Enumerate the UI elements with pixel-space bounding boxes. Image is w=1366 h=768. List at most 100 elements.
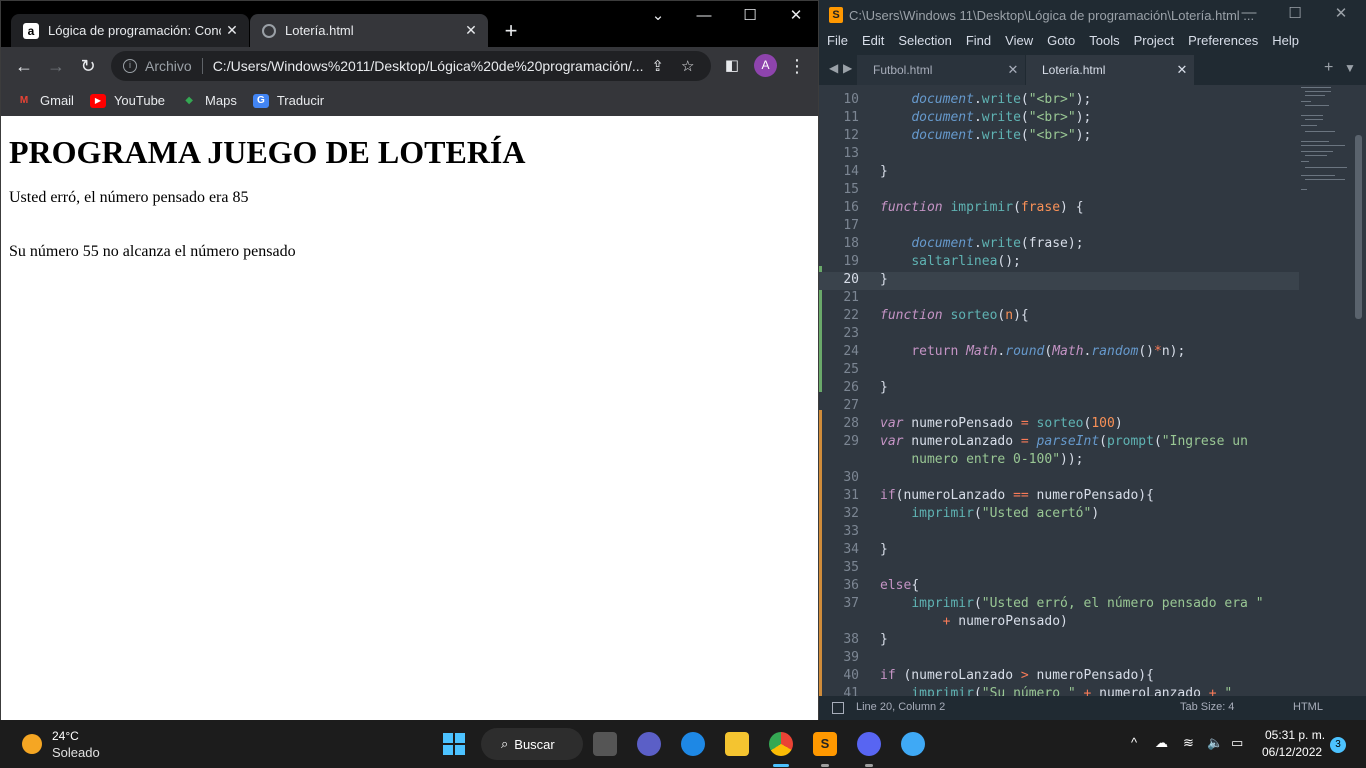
tab-search-icon[interactable]: ⌄ [635,1,681,33]
menu-file[interactable]: File [827,31,848,52]
code-line[interactable]: + numeroPensado) [819,614,1299,632]
close-tab-icon[interactable]: ✕ [1170,62,1194,78]
code-line[interactable]: 36 else{ [819,578,1299,596]
code-line[interactable]: 21 [819,290,1299,308]
close-tab-icon[interactable]: ✕ [221,22,243,39]
new-file-icon[interactable]: + [1324,59,1333,77]
code-line[interactable]: numero entre 0-100")); [819,452,1299,470]
bookmark-traducir[interactable]: G Traducir [252,93,324,108]
file-explorer-icon[interactable] [725,732,749,756]
code-line[interactable]: 22 function sorteo(n){ [819,308,1299,326]
reload-icon[interactable]: ↻ [75,53,101,79]
clock-time[interactable]: 05:31 p. m. [1265,728,1325,742]
bookmark-maps[interactable]: ◆ Maps [181,93,237,108]
discord-icon[interactable] [857,732,881,756]
code-line[interactable]: 23 [819,326,1299,344]
code-line[interactable]: 34} [819,542,1299,560]
code-line[interactable]: 25 [819,362,1299,380]
menu-kebab-icon[interactable]: ⋮ [784,53,810,79]
address-bar[interactable]: i Archivo C:/Users/Windows%2011/Desktop/… [111,51,711,81]
menu-view[interactable]: View [1005,31,1033,52]
code-line[interactable]: 26} [819,380,1299,398]
close-window-button[interactable]: ✕ [773,1,819,33]
code-line[interactable]: 16 function imprimir(frase) { [819,200,1299,218]
code-line[interactable]: 24 return Math.round(Math.random()*n); [819,344,1299,362]
chevron-up-icon[interactable]: ^ [1131,735,1137,750]
code-line[interactable]: 13 [819,146,1299,164]
menu-selection[interactable]: Selection [898,31,951,52]
weather-temp[interactable]: 24°C [52,729,79,743]
browser-tab-loteria[interactable]: Lotería.html ✕ [250,14,488,47]
clock-date[interactable]: 06/12/2022 [1262,745,1322,759]
code-line[interactable]: 31 if(numeroLanzado == numeroPensado){ [819,488,1299,506]
code-line[interactable]: 19 saltarlinea(); [819,254,1299,272]
teams-chat-icon[interactable] [637,732,661,756]
url-text[interactable]: C:/Users/Windows%2011/Desktop/Lógica%20d… [213,58,643,74]
weather-condition[interactable]: Soleado [52,745,100,760]
share-icon[interactable]: ⇪ [643,57,673,75]
code-line[interactable]: 18 document.write(frase); [819,236,1299,254]
maximize-button[interactable]: ☐ [727,1,773,33]
network-warning-icon[interactable]: ☁ [1155,735,1168,751]
taskbar-search[interactable]: ⌕ Buscar [481,728,583,760]
profile-avatar[interactable]: A [754,54,777,77]
code-line[interactable]: 15 [819,182,1299,200]
menu-goto[interactable]: Goto [1047,31,1075,52]
volume-icon[interactable]: 🔈 [1207,735,1223,751]
code-line[interactable]: 12 document.write("<br>"); [819,128,1299,146]
back-icon[interactable]: ← [11,53,37,79]
code-line[interactable]: 28 var numeroPensado = sorteo(100) [819,416,1299,434]
close-tab-icon[interactable]: ✕ [460,22,482,39]
sublime-text-icon[interactable]: S [813,732,837,756]
close-tab-icon[interactable]: ✕ [1001,62,1025,78]
panel-toggle-icon[interactable] [832,702,844,714]
tab-list-icon[interactable]: ▼ [1344,61,1356,75]
wifi-icon[interactable]: ≋ [1183,735,1194,751]
bookmark-gmail[interactable]: M Gmail [16,93,74,108]
task-view-icon[interactable] [593,732,617,756]
tab-right-arrow-icon[interactable]: ▶ [843,61,852,75]
sun-icon[interactable] [22,734,42,754]
menu-help[interactable]: Help [1272,31,1299,52]
code-line[interactable]: 38} [819,632,1299,650]
code-line[interactable]: 14} [819,164,1299,182]
security-chip[interactable]: Archivo [145,58,203,74]
tab-left-arrow-icon[interactable]: ◀ [829,61,838,75]
side-panel-icon[interactable]: ◧ [719,53,745,79]
windows-start-icon[interactable] [442,732,466,756]
code-line[interactable]: 11 document.write("<br>"); [819,110,1299,128]
menu-tools[interactable]: Tools [1089,31,1119,52]
globe-app-icon[interactable] [901,732,925,756]
code-line[interactable]: 35 [819,560,1299,578]
tab-size[interactable]: Tab Size: 4 [1180,701,1234,713]
battery-icon[interactable]: ▭ [1231,735,1243,751]
code-line[interactable]: 20} [819,272,1299,290]
bookmark-star-icon[interactable]: ☆ [673,57,703,75]
minimize-button[interactable]: — [1226,4,1272,21]
editor-tab-loteria[interactable]: Lotería.html ✕ [1026,55,1194,85]
editor-scrollbar[interactable] [1355,135,1362,319]
menu-preferences[interactable]: Preferences [1188,31,1258,52]
code-line[interactable]: 17 [819,218,1299,236]
forward-icon[interactable]: → [43,53,69,79]
close-window-button[interactable]: ✕ [1318,4,1364,22]
maximize-button[interactable]: ☐ [1272,4,1318,22]
menu-project[interactable]: Project [1134,31,1174,52]
chrome-icon[interactable] [769,732,793,756]
code-editor[interactable]: 10 document.write("<br>"); 11 document.wr… [819,85,1366,696]
code-line[interactable]: 32 imprimir("Usted acertó") [819,506,1299,524]
code-line[interactable]: 30 [819,470,1299,488]
code-line[interactable]: 37 imprimir("Usted erró, el número pensa… [819,596,1299,614]
new-tab-button[interactable]: + [499,17,523,45]
code-line[interactable]: 29 var numeroLanzado = parseInt(prompt("I… [819,434,1299,452]
browser-tab-logica[interactable]: a Lógica de programación: Concep ✕ [11,14,249,47]
code-line[interactable]: 10 document.write("<br>"); [819,92,1299,110]
syntax-mode[interactable]: HTML [1293,701,1323,713]
code-line[interactable]: 41 imprimir("Su número " + numeroLanzado… [819,686,1299,696]
bookmark-youtube[interactable]: ▶ YouTube [89,93,165,108]
code-line[interactable]: 33 [819,524,1299,542]
code-line[interactable]: 40 if (numeroLanzado > numeroPensado){ [819,668,1299,686]
editor-tab-futbol[interactable]: Futbol.html ✕ [857,55,1025,85]
minimap[interactable] [1301,85,1351,205]
code-line[interactable]: 27 [819,398,1299,416]
